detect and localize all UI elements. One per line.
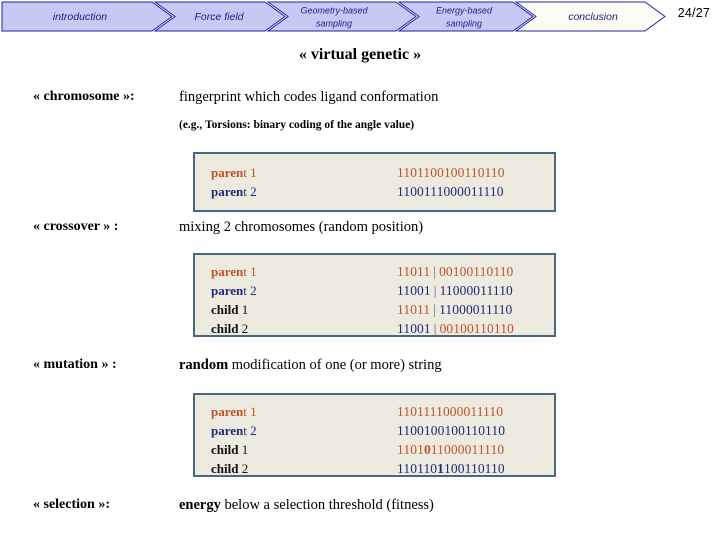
definition-description-selection-rest: below a selection threshold (fitness)	[220, 497, 434, 513]
code-row-label: child 1	[211, 442, 249, 457]
code-row-bits: 1101111000011110	[397, 404, 504, 419]
code-row-bits: 1101011000011110	[397, 442, 505, 457]
nav-label-geometry-based-line2: sampling	[316, 18, 352, 28]
mutated-bit: 1	[437, 461, 445, 476]
code-row: parent 2 11001 | 11000011110	[195, 281, 554, 300]
code-row: child 1 1101011000011110	[195, 440, 554, 459]
code-box-mutation: parent 1 1101111000011110 parent 2 11001001…	[193, 393, 556, 477]
code-row-label: child 1	[211, 302, 249, 317]
crossover-separator: |	[433, 302, 437, 317]
breadcrumb-nav: introduction Force field Geometry-based …	[0, 0, 720, 34]
nav-label-conclusion: conclusion	[568, 11, 618, 23]
code-row-label: parent 1	[211, 404, 257, 419]
definition-description-mutation-rest: modification of one (or more) string	[228, 357, 442, 373]
definition-description-mutation-emphasis: random	[179, 357, 229, 373]
code-row-label: parent 2	[211, 184, 257, 199]
code-row-label: parent 2	[211, 423, 257, 438]
crossover-separator: |	[433, 264, 437, 279]
nav-label-geometry-based-line1: Geometry-based	[300, 5, 368, 15]
code-row-label: child 2	[211, 321, 249, 336]
slide-title: « virtual genetic »	[298, 46, 422, 63]
code-row: child 2 1101101100110110	[195, 459, 554, 478]
chromosome-example-note: (e.g., Torsions: binary coding of the an…	[179, 119, 415, 131]
definition-term-crossover: « crossover » :	[33, 219, 119, 234]
code-row-label: parent 1	[211, 264, 257, 279]
code-row-label: child 2	[211, 461, 249, 476]
definition-term-selection: « selection »:	[33, 497, 110, 512]
code-row: parent 2 1100111000011110	[195, 182, 554, 201]
code-row-label: parent 2	[211, 283, 257, 298]
nav-label-introduction: introduction	[53, 11, 107, 23]
code-row: parent 2 1100100100110110	[195, 421, 554, 440]
definition-description-selection-emphasis: energy	[179, 497, 221, 513]
definition-description-selection: energy below a selection threshold (fitn…	[179, 497, 434, 514]
code-row: child 2 11001 | 00100110110	[195, 319, 554, 338]
code-row-label: parent 1	[211, 165, 257, 180]
definition-description-chromosome: fingerprint which codes ligand conformat…	[179, 89, 439, 105]
breadcrumb-svg: introduction Force field Geometry-based …	[1, 1, 666, 32]
mutated-bit: 0	[423, 442, 431, 457]
page-number: 24/27	[677, 6, 710, 20]
code-row-bits: 1101101100110110	[397, 461, 505, 476]
code-box-crossover: parent 1 11011 | 00100110110 parent 2 11001 | 1…	[193, 253, 556, 337]
code-row: parent 1 1101100100110110	[195, 163, 554, 182]
code-row-bits: 11001 | 00100110110	[397, 321, 514, 336]
definition-description-mutation: random modification of one (or more) str…	[179, 357, 442, 374]
code-row: parent 1 1101111000011110	[195, 402, 554, 421]
definition-description-crossover: mixing 2 chromosomes (random position)	[179, 219, 424, 235]
code-row-bits: 1100111000011110	[397, 184, 504, 199]
code-row-bits: 1101100100110110	[397, 165, 505, 180]
code-row-bits: 11011 | 00100110110	[397, 264, 514, 279]
code-box-chromosome: parent 1 1101100100110110 parent 2 11001110…	[193, 152, 556, 212]
definition-term-chromosome: « chromosome »:	[33, 89, 135, 104]
crossover-separator: |	[433, 283, 437, 298]
nav-label-force-field: Force field	[194, 11, 244, 23]
nav-label-energy-based-line1: Energy-based	[436, 5, 493, 15]
nav-label-energy-based-line2: sampling	[446, 18, 482, 28]
code-row: parent 1 11011 | 00100110110	[195, 262, 554, 281]
code-row-bits: 11011 | 11000011110	[397, 302, 513, 317]
code-row-bits: 1100100100110110	[397, 423, 506, 438]
code-row: child 1 11011 | 11000011110	[195, 300, 554, 319]
code-row-bits: 11001 | 11000011110	[397, 283, 513, 298]
definition-term-mutation: « mutation » :	[33, 357, 117, 372]
crossover-separator: |	[433, 321, 437, 336]
